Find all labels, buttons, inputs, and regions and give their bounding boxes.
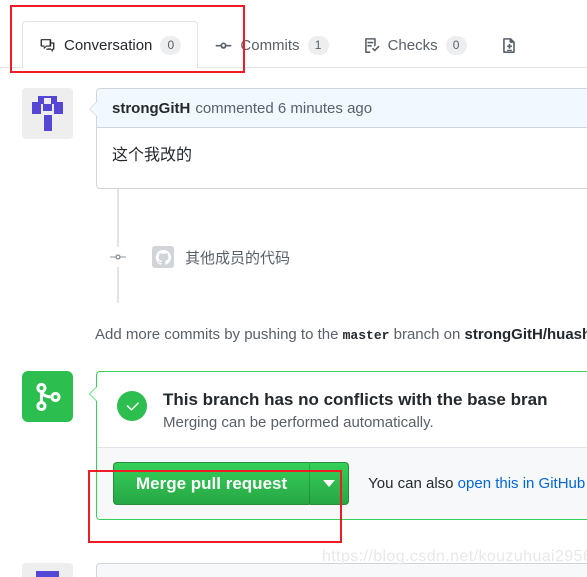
tab-conversation[interactable]: Conversation 0 (22, 21, 199, 68)
check-icon (117, 391, 147, 421)
tab-conversation-counter: 0 (160, 35, 182, 55)
commit-message[interactable]: 其他成员的代码 (185, 247, 290, 268)
merge-button-group: Merge pull request (113, 462, 350, 506)
git-merge-icon (22, 371, 73, 422)
git-commit-icon (215, 37, 232, 54)
tab-commits[interactable]: Commits 1 (198, 21, 345, 68)
merge-alternative-text: You can also open this in GitHub De (368, 475, 587, 492)
comment-author[interactable]: strongGitH (112, 100, 190, 117)
merge-pull-request-button[interactable]: Merge pull request (113, 462, 310, 506)
caret-down-icon (323, 480, 336, 488)
comment-box: strongGitH commented 6 minutes ago 这个我改的 (89, 88, 587, 189)
comment-header: strongGitH commented 6 minutes ago (97, 89, 587, 128)
pull-request-tabnav: Conversation 0 Commits 1 Checks 0 (0, 0, 587, 68)
branch-name: master (342, 328, 390, 343)
tab-commits-label: Commits (240, 36, 300, 54)
merge-status-subtitle: Merging can be performed automatically. (163, 414, 434, 432)
github-pull-request-page: Conversation 0 Commits 1 Checks 0 strong… (0, 0, 587, 577)
avatar[interactable] (22, 88, 73, 139)
merge-actions: Merge pull request You can also open thi… (97, 447, 587, 520)
tab-commits-counter: 1 (307, 35, 329, 55)
merge-status-box: This branch has no conflicts with the ba… (89, 371, 587, 521)
comment-meta: commented 6 minutes ago (195, 99, 373, 117)
comment-body: 这个我改的 (112, 147, 193, 164)
comment-discussion-icon (39, 37, 56, 54)
tab-checks-counter: 0 (445, 35, 467, 55)
merge-alt-prefix: You can also (368, 475, 454, 493)
merge-status-title: This branch has no conflicts with the ba… (163, 390, 548, 409)
add-more-middle: branch on (393, 326, 461, 343)
tab-conversation-label: Conversation (64, 36, 153, 54)
checklist-icon (363, 37, 380, 54)
file-diff-icon (501, 37, 518, 54)
merge-options-dropdown-button[interactable] (309, 462, 350, 506)
git-commit-node-icon (108, 247, 128, 267)
timeline-commit-item: 其他成员的代码 (108, 246, 290, 268)
tab-checks[interactable]: Checks 0 (346, 21, 484, 68)
merge-status: This branch has no conflicts with the ba… (97, 372, 587, 447)
tab-checks-label: Checks (387, 36, 438, 54)
timeline-connector (117, 185, 119, 303)
add-more-prefix: Add more commits by pushing to the (95, 326, 339, 343)
tab-files-changed[interactable] (484, 21, 519, 68)
open-in-github-desktop-link[interactable]: open this in GitHub De (458, 475, 587, 492)
merge-section: This branch has no conflicts with the ba… (22, 371, 587, 521)
comment-thread-item: strongGitH commented 6 minutes ago 这个我改的 (22, 88, 587, 189)
repo-name: strongGitH/huash (464, 326, 587, 343)
github-mark-icon[interactable] (152, 246, 174, 268)
next-avatar[interactable] (22, 563, 73, 577)
add-more-commits-hint: Add more commits by pushing to the maste… (95, 326, 587, 343)
watermark: https://blog.csdn.net/kouzuhuai2956 (322, 548, 587, 565)
